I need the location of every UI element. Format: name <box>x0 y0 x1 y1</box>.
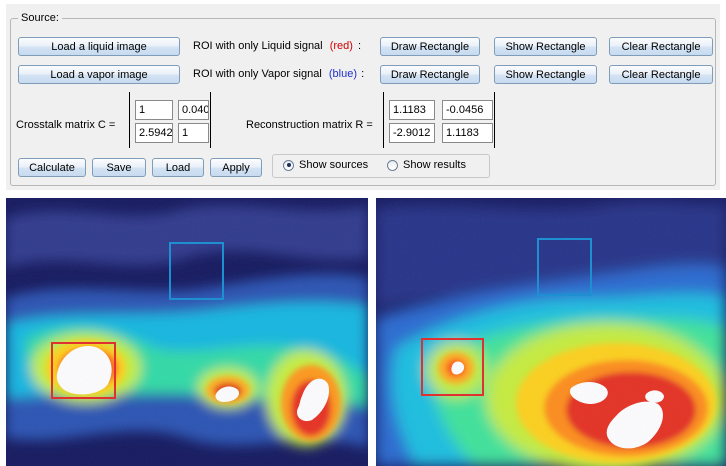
save-button[interactable]: Save <box>92 158 146 177</box>
crosstalk-c12-field[interactable]: 0.0407 <box>178 100 209 120</box>
clear-rectangle-liquid-button[interactable]: Clear Rectangle <box>609 37 713 56</box>
crosstalk-c22-field[interactable]: 1 <box>178 123 209 143</box>
reconstruction-r21-field[interactable]: -2.9012 <box>389 123 435 143</box>
show-rectangle-liquid-button[interactable]: Show Rectangle <box>494 37 597 56</box>
control-panel: Source: Load a liquid image ROI with onl… <box>6 4 720 190</box>
load-vapor-image-button[interactable]: Load a vapor image <box>18 65 180 84</box>
load-liquid-image-button[interactable]: Load a liquid image <box>18 37 180 56</box>
show-sources-radio-dot-icon[interactable] <box>283 159 294 171</box>
roi-vapor-label: ROI with only Vapor signal (blue) : <box>193 68 364 80</box>
show-results-radio[interactable]: Show results <box>387 159 466 171</box>
reconstruction-r11-field[interactable]: 1.1183 <box>389 100 435 120</box>
source-group-title: Source: <box>18 12 62 24</box>
roi-vapor-color-label: (blue) <box>328 68 357 80</box>
clear-rectangle-vapor-button[interactable]: Clear Rectangle <box>609 65 713 84</box>
reconstruction-r22-field[interactable]: 1.1183 <box>442 123 493 143</box>
liquid-heatmap-svg <box>6 198 368 466</box>
reconstruction-r12-field[interactable]: -0.0456 <box>442 100 493 120</box>
show-results-radio-dot-icon[interactable] <box>387 159 398 171</box>
show-sources-radio[interactable]: Show sources <box>283 159 368 171</box>
draw-rectangle-vapor-button[interactable]: Draw Rectangle <box>380 65 480 84</box>
reconstruction-matrix-label: Reconstruction matrix R = <box>246 119 373 131</box>
vapor-source-image[interactable] <box>376 198 726 466</box>
roi-liquid-color-label: (red) <box>329 40 353 52</box>
roi-vapor-colon: : <box>361 68 365 80</box>
show-results-label: Show results <box>403 159 466 171</box>
show-rectangle-vapor-button[interactable]: Show Rectangle <box>494 65 597 84</box>
crosstalk-c11-field[interactable]: 1 <box>135 100 173 120</box>
roi-liquid-text: ROI with only Liquid signal <box>193 40 323 52</box>
roi-vapor-text: ROI with only Vapor signal <box>193 68 322 80</box>
draw-rectangle-liquid-button[interactable]: Draw Rectangle <box>380 37 480 56</box>
roi-liquid-colon: : <box>357 40 362 52</box>
roi-liquid-label: ROI with only Liquid signal (red) : <box>193 40 361 52</box>
load-button[interactable]: Load <box>152 158 204 177</box>
show-sources-label: Show sources <box>299 159 369 171</box>
crosstalk-c21-field[interactable]: 2.5942 <box>135 123 173 143</box>
display-mode-radio-group: Show sources Show results <box>272 154 490 178</box>
apply-button[interactable]: Apply <box>210 158 262 177</box>
crosstalk-matrix-label: Crosstalk matrix C = <box>16 119 116 131</box>
vapor-heatmap-svg <box>376 198 726 466</box>
liquid-source-image[interactable] <box>6 198 368 466</box>
calculate-button[interactable]: Calculate <box>18 158 86 177</box>
